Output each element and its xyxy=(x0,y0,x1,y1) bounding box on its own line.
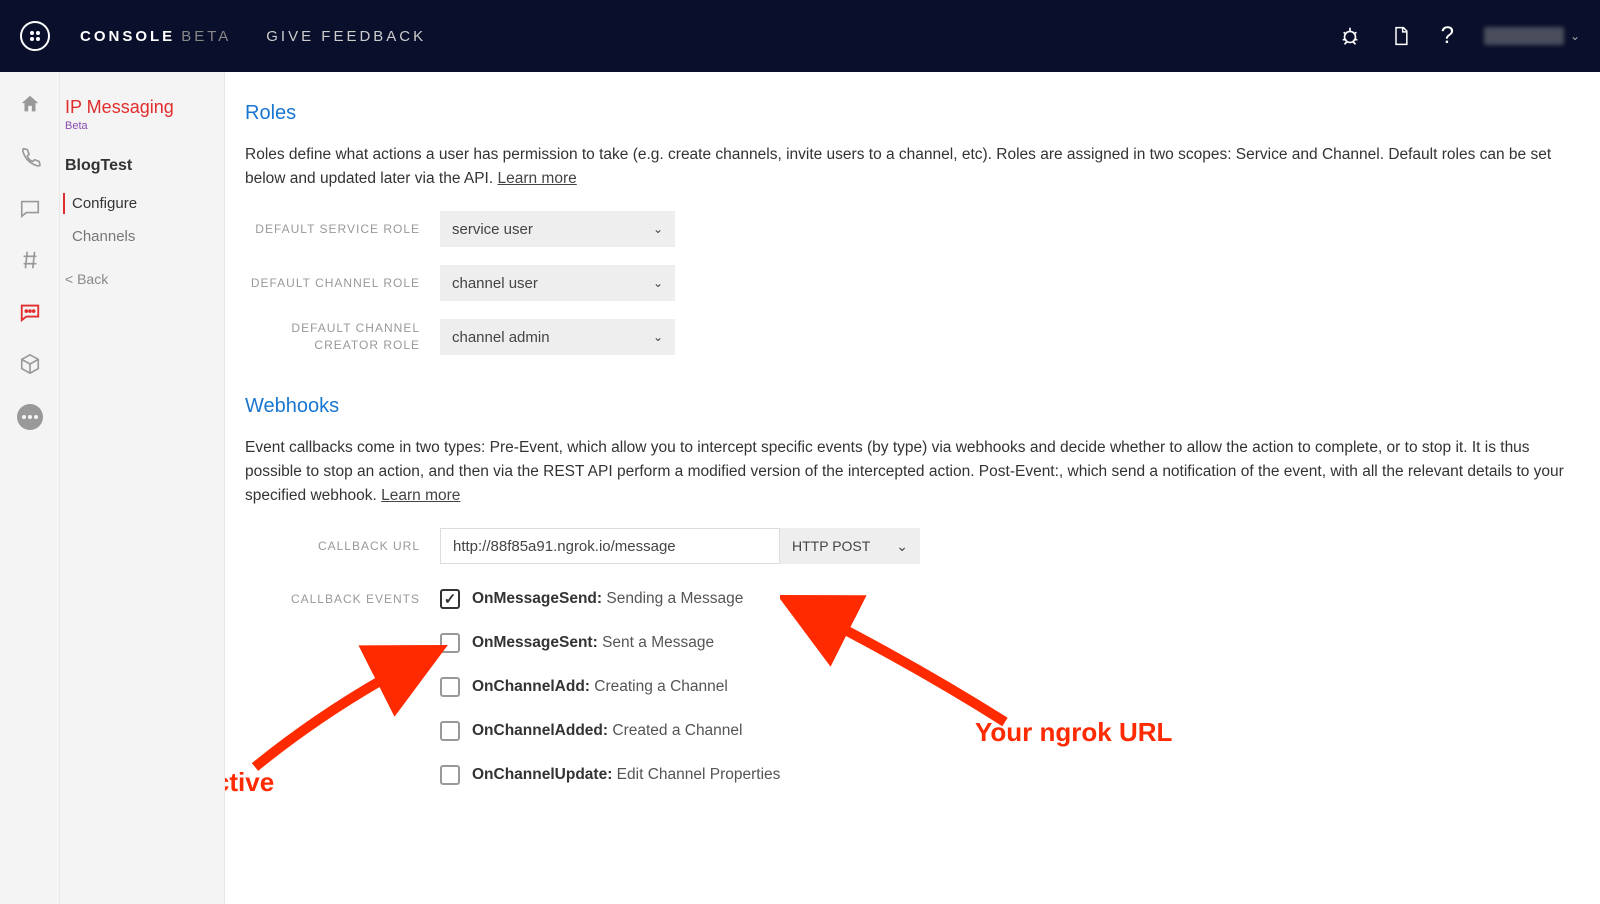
http-method-select[interactable]: HTTP POST⌄ xyxy=(780,528,920,564)
callback-event-item: OnMessageSend: Sending a Message xyxy=(440,589,780,609)
default-channel-creator-role-select[interactable]: channel admin⌄ xyxy=(440,319,675,355)
sidebar-item-channels[interactable]: Channels xyxy=(60,220,224,253)
user-menu[interactable]: ⌄ xyxy=(1484,27,1580,45)
default-channel-creator-role-label: DEFAULT CHANNEL CREATOR ROLE xyxy=(245,320,440,354)
brand-name: CONSOLE xyxy=(80,28,175,45)
main-content: Roles Roles define what actions a user h… xyxy=(225,72,1600,904)
webhooks-learn-more-link[interactable]: Learn more xyxy=(381,487,460,504)
event-label: OnMessageSent: Sent a Message xyxy=(472,634,714,652)
sidebar-title: IP Messaging xyxy=(60,97,224,118)
event-checkbox[interactable] xyxy=(440,677,460,697)
callback-event-item: OnMessageSent: Sent a Message xyxy=(440,633,780,653)
callback-url-label: CALLBACK URL xyxy=(245,538,440,555)
sidebar-item-configure[interactable]: Configure xyxy=(60,187,224,220)
chat-icon[interactable] xyxy=(18,300,42,324)
chevron-down-icon: ⌄ xyxy=(896,538,908,555)
twilio-logo[interactable] xyxy=(20,21,50,51)
event-label: OnChannelAdded: Created a Channel xyxy=(472,722,742,740)
sidebar-service-name[interactable]: BlogTest xyxy=(60,157,224,175)
webhooks-heading: Webhooks xyxy=(245,395,1570,418)
app-header: CONSOLE BETA GIVE FEEDBACK ? ⌄ xyxy=(0,0,1600,72)
callback-events-list: OnMessageSend: Sending a Message OnMessag… xyxy=(440,589,780,785)
event-label: OnChannelAdd: Creating a Channel xyxy=(472,678,728,696)
default-channel-role-label: DEFAULT CHANNEL ROLE xyxy=(245,275,440,292)
callback-url-input[interactable] xyxy=(440,528,780,564)
debug-icon[interactable] xyxy=(1339,25,1361,47)
help-icon[interactable]: ? xyxy=(1441,22,1454,50)
cube-icon[interactable] xyxy=(18,352,42,376)
messaging-icon[interactable] xyxy=(18,196,42,220)
phone-icon[interactable] xyxy=(18,144,42,168)
roles-description: Roles define what actions a user has per… xyxy=(245,143,1570,191)
give-feedback-link[interactable]: GIVE FEEDBACK xyxy=(266,28,426,45)
chevron-down-icon: ⌄ xyxy=(653,222,663,236)
sidebar: IP Messaging Beta BlogTest Configure Cha… xyxy=(60,72,225,904)
chevron-down-icon: ⌄ xyxy=(1570,29,1580,43)
event-checkbox[interactable] xyxy=(440,633,460,653)
nav-rail xyxy=(0,72,60,904)
event-label: OnChannelUpdate: Edit Channel Properties xyxy=(472,766,780,784)
event-checkbox[interactable] xyxy=(440,765,460,785)
chevron-down-icon: ⌄ xyxy=(653,276,663,290)
user-name-redacted xyxy=(1484,27,1564,45)
default-channel-role-select[interactable]: channel user⌄ xyxy=(440,265,675,301)
chevron-down-icon: ⌄ xyxy=(653,330,663,344)
callback-event-item: OnChannelAdded: Created a Channel xyxy=(440,721,780,741)
hash-icon[interactable] xyxy=(18,248,42,272)
callback-event-item: OnChannelAdd: Creating a Channel xyxy=(440,677,780,697)
roles-learn-more-link[interactable]: Learn more xyxy=(497,170,576,187)
home-icon[interactable] xyxy=(18,92,42,116)
more-icon[interactable] xyxy=(17,404,43,430)
webhooks-description: Event callbacks come in two types: Pre-E… xyxy=(245,436,1570,508)
event-label: OnMessageSend: Sending a Message xyxy=(472,590,743,608)
brand-beta: BETA xyxy=(181,28,231,45)
sidebar-back[interactable]: < Back xyxy=(60,271,224,287)
docs-icon[interactable] xyxy=(1391,26,1411,46)
callback-events-label: CALLBACK EVENTS xyxy=(245,589,440,608)
sidebar-beta-tag: Beta xyxy=(60,120,224,132)
event-checkbox[interactable] xyxy=(440,721,460,741)
default-service-role-label: DEFAULT SERVICE ROLE xyxy=(245,221,440,238)
callback-event-item: OnChannelUpdate: Edit Channel Properties xyxy=(440,765,780,785)
roles-heading: Roles xyxy=(245,102,1570,125)
default-service-role-select[interactable]: service user⌄ xyxy=(440,211,675,247)
event-checkbox[interactable] xyxy=(440,589,460,609)
